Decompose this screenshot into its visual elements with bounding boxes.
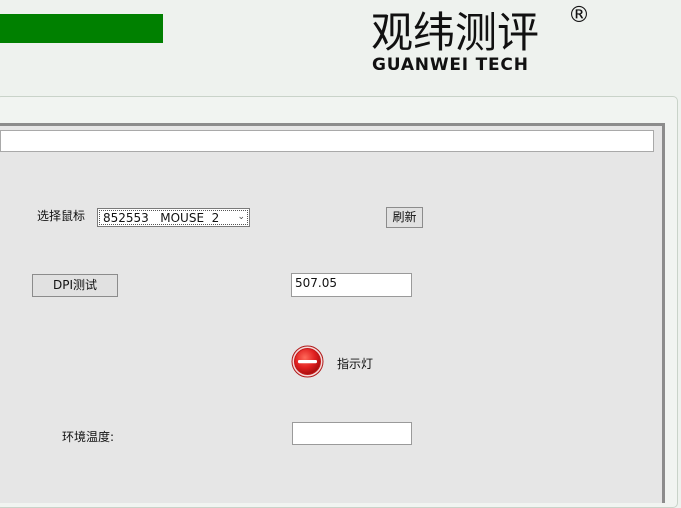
registered-mark: ® bbox=[568, 3, 590, 28]
indicator-label: 指示灯 bbox=[337, 357, 374, 371]
dpi-test-button[interactable]: DPI测试 bbox=[32, 274, 118, 297]
red-stop-indicator-icon bbox=[291, 345, 324, 378]
chevron-down-icon[interactable]: ⌄ bbox=[237, 210, 245, 224]
temperature-label: 环境温度: bbox=[62, 430, 115, 444]
mouse-select[interactable]: 852553 MOUSE 2 ⌄ bbox=[97, 208, 250, 227]
dpi-value-field[interactable]: 507.05 bbox=[291, 273, 412, 297]
top-text-field[interactable] bbox=[0, 130, 654, 152]
select-mouse-label: 选择鼠标 bbox=[37, 209, 86, 223]
green-status-bar bbox=[0, 14, 163, 43]
refresh-button[interactable]: 刷新 bbox=[386, 207, 423, 228]
company-logo: 观纬测评 ® GUANWEI TECH bbox=[368, 3, 598, 76]
logo-chinese-text: 观纬测评 bbox=[371, 8, 540, 57]
test-panel bbox=[0, 123, 665, 503]
app-header: 观纬测评 ® GUANWEI TECH bbox=[0, 0, 681, 92]
temperature-field[interactable] bbox=[292, 422, 412, 445]
logo-english-text: GUANWEI TECH bbox=[372, 55, 529, 75]
mouse-select-value: 852553 MOUSE 2 bbox=[103, 211, 220, 225]
